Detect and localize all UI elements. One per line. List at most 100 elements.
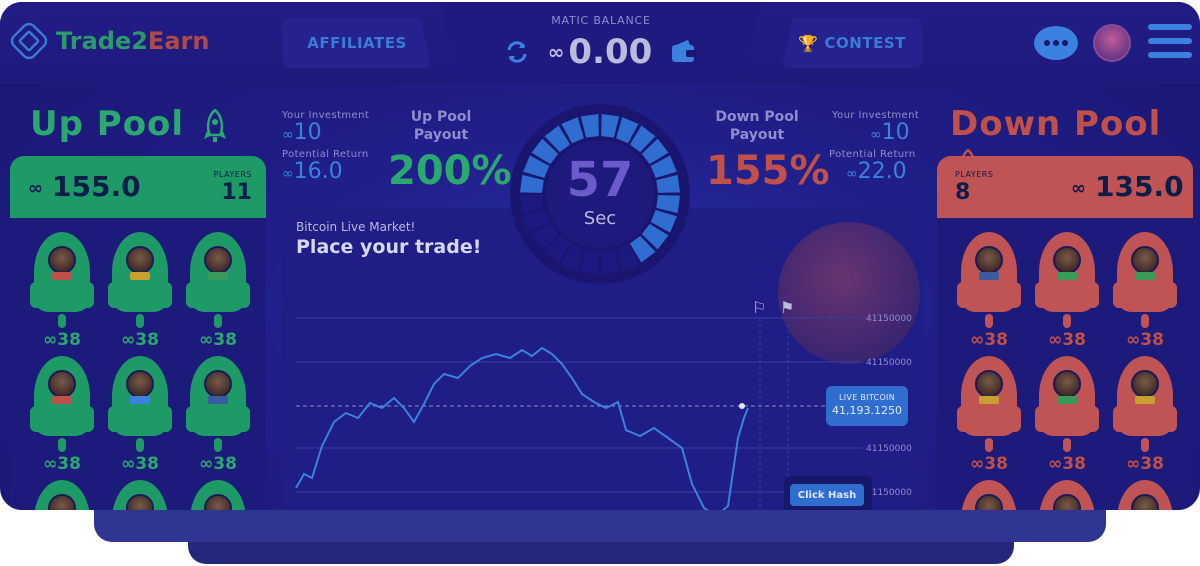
app-window: Trade2Earn AFFILIATES MATIC BALANCE ∞ 0.… [0,2,1200,510]
flag-outline-icon[interactable]: ⚐ [752,298,766,317]
country-flag-icon [979,396,999,404]
player-stake: ∞38 [970,454,1008,474]
country-flag-icon [1057,272,1077,280]
refresh-icon[interactable] [504,39,530,65]
player-rocket[interactable]: ∞38 [1113,356,1177,474]
top-bar: Trade2Earn AFFILIATES MATIC BALANCE ∞ 0.… [0,2,1200,84]
player-avatar [1053,246,1081,274]
contest-button[interactable]: 🏆 CONTEST [782,18,922,68]
live-bitcoin-badge: LIVE BITCOIN 41,193.1250 [826,386,908,426]
up-pool-amount: 155.0 [52,170,141,203]
player-rocket[interactable]: ∞38 [957,356,1021,474]
up-pool-players-grid: ∞38 ∞38 ∞38 ∞38 ∞38 ∞38 [10,218,266,510]
country-flag-icon [130,396,150,404]
up-payout-label: Up Pool Payout [410,109,472,143]
player-stake: ∞38 [43,454,81,474]
click-hash-button[interactable]: Click Hash [790,484,864,506]
player-avatar [975,370,1003,398]
timer-unit: Sec [583,208,617,229]
country-flag-icon [208,396,228,404]
down-your-investment: ∞10 [870,120,910,145]
up-potential-return: ∞16.0 [282,159,343,184]
player-stake: ∞38 [43,330,81,350]
brand-logo[interactable]: Trade2Earn [7,19,210,63]
player-rocket[interactable] [1113,480,1177,510]
matic-balance: MATIC BALANCE ∞ 0.00 [440,2,762,82]
player-stake: ∞38 [121,454,159,474]
player-avatar [1053,370,1081,398]
matic-icon: ∞ [547,40,565,64]
timer-segment [601,114,620,138]
timer-seconds: 57 [566,152,634,208]
down-pool-amount: 135.0 [1095,170,1184,203]
price-tick: 41150000 [866,358,912,368]
player-avatar [1131,246,1159,274]
live-bitcoin-label: LIVE BITCOIN [839,393,895,402]
player-stake: ∞38 [1126,330,1164,350]
player-avatar [48,246,76,274]
country-flag-icon [979,272,999,280]
country-flag-icon [52,396,72,404]
down-pool-players-grid: ∞38 ∞38 ∞38 ∞38 ∞38 ∞38 [937,218,1193,510]
player-rocket[interactable]: ∞38 [186,356,250,474]
player-avatar [975,246,1003,274]
player-stake: ∞38 [199,330,237,350]
matic-icon: ∞ [28,178,43,199]
player-stake: ∞38 [1048,454,1086,474]
chat-icon[interactable] [1034,26,1078,60]
player-avatar [126,246,154,274]
player-rocket[interactable]: ∞38 [1035,356,1099,474]
wallet-icon[interactable] [670,39,698,65]
affiliates-label: AFFILIATES [307,34,407,52]
brand-name: Trade2Earn [56,27,210,55]
players-label: PLAYERS [213,170,252,179]
player-rocket[interactable]: ∞38 [108,232,172,350]
player-stake: ∞38 [199,454,237,474]
player-rocket[interactable]: ∞38 [1113,232,1177,350]
timer-segment [580,114,599,138]
player-rocket[interactable] [957,480,1021,510]
players-label: PLAYERS [955,170,994,179]
down-payout-value: 155% [706,148,830,194]
user-avatar[interactable] [1093,24,1131,62]
player-rocket[interactable]: ∞38 [957,232,1021,350]
flag-filled-icon[interactable]: ⚑ [780,298,794,317]
player-rocket[interactable] [30,480,94,510]
player-stake: ∞38 [970,330,1008,350]
timer-segment [580,250,599,274]
country-flag-icon [52,272,72,280]
affiliates-button[interactable]: AFFILIATES [282,18,432,68]
up-your-investment: ∞10 [282,120,322,145]
hamburger-menu-icon[interactable] [1148,24,1192,66]
player-rocket[interactable]: ∞38 [30,356,94,474]
player-rocket[interactable]: ∞38 [1035,232,1099,350]
player-rocket[interactable] [186,480,250,510]
player-rocket[interactable]: ∞38 [186,232,250,350]
timer-segment [601,250,620,274]
country-flag-icon [208,272,228,280]
player-stake: ∞38 [121,330,159,350]
country-flag-icon [130,272,150,280]
rocket-icon [203,107,226,142]
country-flag-icon [1057,396,1077,404]
player-avatar [126,370,154,398]
player-stake: ∞38 [1126,454,1164,474]
player-rocket[interactable]: ∞38 [30,232,94,350]
balance-value: 0.00 [568,32,653,72]
player-rocket[interactable] [108,480,172,510]
trophy-icon: 🏆 [798,33,819,53]
down-pool-players: 8 [955,180,971,205]
logo-icon [7,19,51,63]
up-pool-title: Up Pool [30,104,227,144]
player-avatar [48,370,76,398]
player-rocket[interactable]: ∞38 [108,356,172,474]
player-stake: ∞38 [1048,330,1086,350]
up-pool-card: ∞ 155.0 PLAYERS 11 [10,156,266,218]
player-avatar [204,246,232,274]
up-pool-players: 11 [221,180,252,205]
price-tick: 41150000 [866,444,912,454]
countdown-timer: 57 Sec [510,104,690,284]
player-rocket[interactable] [1035,480,1099,510]
country-flag-icon [1135,396,1155,404]
price-tick: 41150000 [866,314,912,324]
